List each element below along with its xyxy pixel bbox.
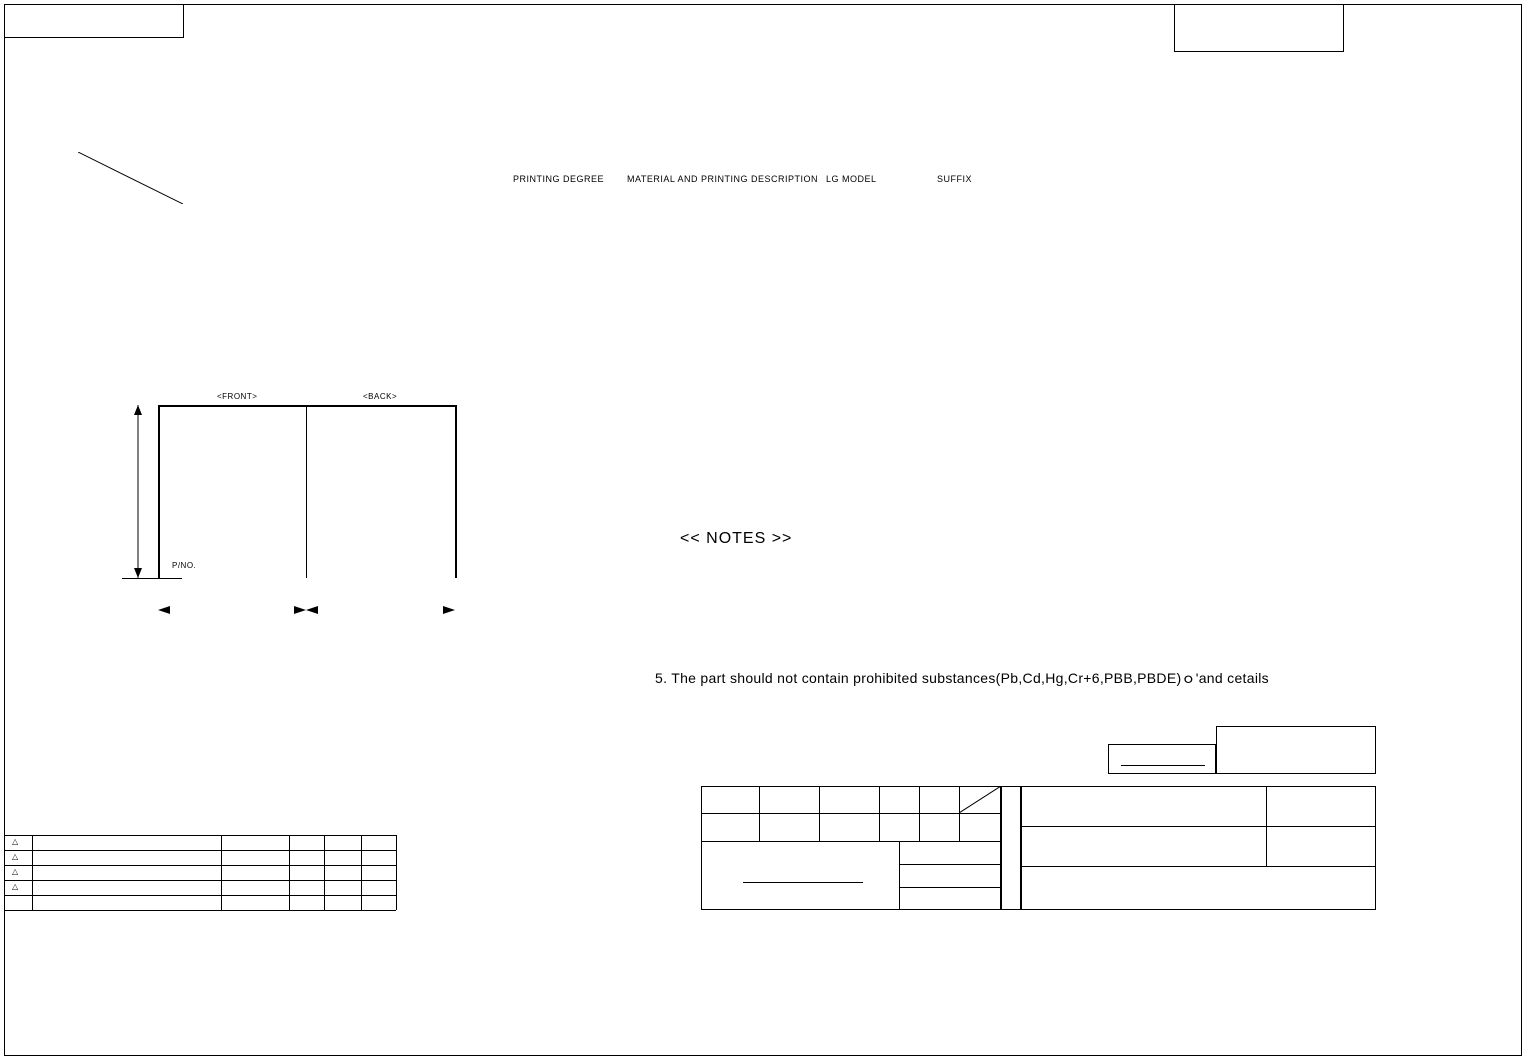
fig-left — [158, 405, 160, 578]
titleblock-spacer — [1001, 786, 1021, 910]
fig-mid — [306, 405, 307, 578]
back-label: <BACK> — [363, 392, 397, 401]
col-suffix: SUFFIX — [937, 174, 972, 184]
rev-sym-4: △ — [12, 882, 18, 891]
diagonal-stroke — [78, 152, 183, 204]
tb-upper-left — [1108, 744, 1216, 774]
top-left-box — [4, 4, 184, 38]
fig-top — [158, 405, 457, 407]
rev-sym-3: △ — [12, 867, 18, 876]
col-material-desc: MATERIAL AND PRINTING DESCRIPTION — [627, 174, 818, 184]
rev-sym-2: △ — [12, 852, 18, 861]
v-dim-arrow — [128, 405, 148, 578]
notes-heading: << NOTES >> — [680, 530, 792, 548]
note-5: 5. The part should not contain prohibite… — [655, 668, 1269, 688]
fig-bottom-left — [122, 578, 182, 579]
top-right-box — [1174, 4, 1344, 52]
pno-label: P/NO. — [172, 561, 196, 570]
h-dim-arrows — [158, 600, 458, 620]
rev-sym-1: △ — [12, 837, 18, 846]
fig-right — [455, 405, 457, 578]
col-printing-degree: PRINTING DEGREE — [513, 174, 604, 184]
front-label: <FRONT> — [217, 392, 257, 401]
col-lg-model: LG MODEL — [826, 174, 877, 184]
tb-upper-right — [1216, 726, 1376, 774]
